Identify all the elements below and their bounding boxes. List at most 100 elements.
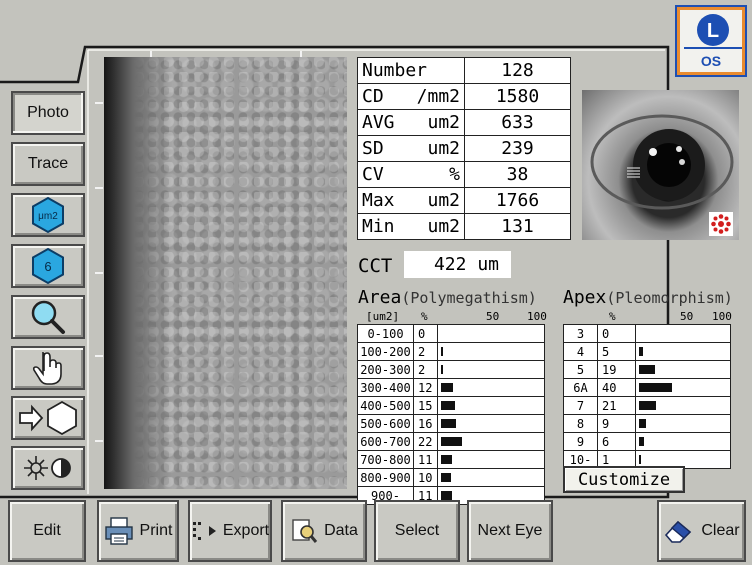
apex-bin-label: 9 xyxy=(563,432,598,451)
next-eye-button-label: Next Eye xyxy=(477,522,543,539)
brightness-contrast-button[interactable] xyxy=(11,446,85,490)
stat-label-cell: Number xyxy=(357,57,465,84)
specular-image[interactable] xyxy=(104,57,347,489)
stat-label: Max xyxy=(362,190,395,211)
apex-pct-header: % xyxy=(609,310,616,323)
eye-side-label: OS xyxy=(700,53,722,69)
area-bar-cell xyxy=(437,450,545,469)
apex-bin-pct: 9 xyxy=(597,414,636,433)
area-histogram-table: 0-100 0 100-200 2 200-300 2 300-400 12 400-500 15… xyxy=(357,324,545,505)
apex-row: 96 xyxy=(563,432,731,451)
trace-button-label: Trace xyxy=(27,155,69,172)
stat-label: CV xyxy=(362,164,384,185)
area-row: 700-800 11 xyxy=(357,450,545,469)
area-bar xyxy=(441,437,463,446)
eraser-icon xyxy=(665,520,692,543)
scale-tick xyxy=(95,187,103,189)
stat-unit: um2 xyxy=(427,112,460,133)
stat-row: Number 128 xyxy=(357,57,571,84)
area-bar xyxy=(441,473,451,482)
hexagon-number-icon: 6 xyxy=(32,247,64,285)
stat-row: AVG um2 633 xyxy=(357,109,571,136)
area-bar-cell xyxy=(437,468,545,487)
export-button[interactable]: Export xyxy=(188,500,272,562)
area-bar xyxy=(441,365,443,374)
apex-bin-label: 7 xyxy=(563,396,598,415)
stat-row: Max um2 1766 xyxy=(357,187,571,214)
edit-button-label: Edit xyxy=(33,522,61,539)
apex-bar-cell xyxy=(635,342,731,361)
area-bin-pct: 11 xyxy=(413,450,438,469)
cell-add-button[interactable] xyxy=(11,396,85,440)
area-bin-label: 100-200 xyxy=(357,342,414,361)
area-unit-header: [um2] xyxy=(366,310,400,323)
print-button[interactable]: Print xyxy=(97,500,179,562)
apex-bin-pct: 21 xyxy=(597,396,636,415)
stat-row: CD/mm2 1580 xyxy=(357,83,571,110)
apex-count-button[interactable]: 6 xyxy=(11,244,85,288)
stat-value: 1580 xyxy=(464,83,571,110)
next-eye-button[interactable]: Next Eye xyxy=(467,500,553,562)
apex-bar xyxy=(639,401,657,410)
apex-bin-label: 6A xyxy=(563,378,598,397)
data-button[interactable]: Data xyxy=(281,500,367,562)
left-eye-icon: L xyxy=(684,14,742,49)
eye-side-badge[interactable]: L OS xyxy=(675,5,747,77)
pan-button[interactable] xyxy=(11,346,85,390)
stat-label-cell: SD um2 xyxy=(357,135,465,162)
stat-value: 239 xyxy=(464,135,571,162)
area-row: 0-100 0 xyxy=(357,324,545,343)
apex-row: 45 xyxy=(563,342,731,361)
export-button-label: Export xyxy=(222,522,270,539)
apex-bar xyxy=(639,347,644,356)
apex-row: 30 xyxy=(563,324,731,343)
area-bin-pct: 2 xyxy=(413,360,438,379)
area-bin-pct: 10 xyxy=(413,468,438,487)
scale-tick xyxy=(300,51,302,57)
area-bin-pct: 12 xyxy=(413,378,438,397)
stat-label: Min xyxy=(362,216,395,237)
clear-button[interactable]: Clear xyxy=(657,500,746,562)
apex-bar-cell xyxy=(635,324,731,343)
scale-tick xyxy=(95,355,103,357)
stat-row: SD um2 239 xyxy=(357,135,571,162)
apex-bar xyxy=(639,383,672,392)
fixation-target-icon xyxy=(709,212,733,236)
stat-label: AVG xyxy=(362,112,395,133)
apex-row: 7 21 xyxy=(563,396,731,415)
area-bar-cell xyxy=(437,378,545,397)
area-subtitle: (Polymegathism) xyxy=(401,289,537,307)
area-row: 200-300 2 xyxy=(357,360,545,379)
svg-text:6: 6 xyxy=(44,259,51,274)
apex-bar-cell xyxy=(635,414,731,433)
trace-button[interactable]: Trace xyxy=(11,142,85,186)
zoom-button[interactable] xyxy=(11,295,85,339)
stat-row: CV% 38 xyxy=(357,161,571,188)
apex-bin-label: 5 xyxy=(563,360,598,379)
stat-label-cell: Min um2 xyxy=(357,213,465,240)
select-button[interactable]: Select xyxy=(374,500,460,562)
edit-button[interactable]: Edit xyxy=(8,500,86,562)
area-bin-label: 600-700 xyxy=(357,432,414,451)
stat-label-cell: CD/mm2 xyxy=(357,83,465,110)
area-row: 400-500 15 xyxy=(357,396,545,415)
cct-value: 422 um xyxy=(404,251,511,278)
photo-button[interactable]: Photo xyxy=(11,91,85,135)
area-bin-pct: 2 xyxy=(413,342,438,361)
customize-button[interactable]: Customize xyxy=(563,466,685,493)
apex-scale-100: 100 xyxy=(712,310,732,323)
scale-tick xyxy=(150,51,152,57)
area-bin-label: 400-500 xyxy=(357,396,414,415)
scale-tick xyxy=(95,272,103,274)
stat-unit: % xyxy=(449,164,460,185)
brightness-contrast-icon xyxy=(24,456,71,480)
area-scale-50: 50 xyxy=(486,310,500,323)
area-bin-label: 500-600 xyxy=(357,414,414,433)
eye-photo xyxy=(582,90,739,240)
area-measure-button[interactable]: μm2 xyxy=(11,193,85,237)
apex-section-title: Apex(Pleomorphism) xyxy=(563,287,733,308)
stat-unit: um2 xyxy=(427,216,460,237)
area-bar-cell xyxy=(437,432,545,451)
area-title: Area xyxy=(358,287,402,308)
cell-statistics-table: Number 128 CD/mm2 1580 AVG um2 633 SD um2 239 CV% 3… xyxy=(357,57,571,240)
